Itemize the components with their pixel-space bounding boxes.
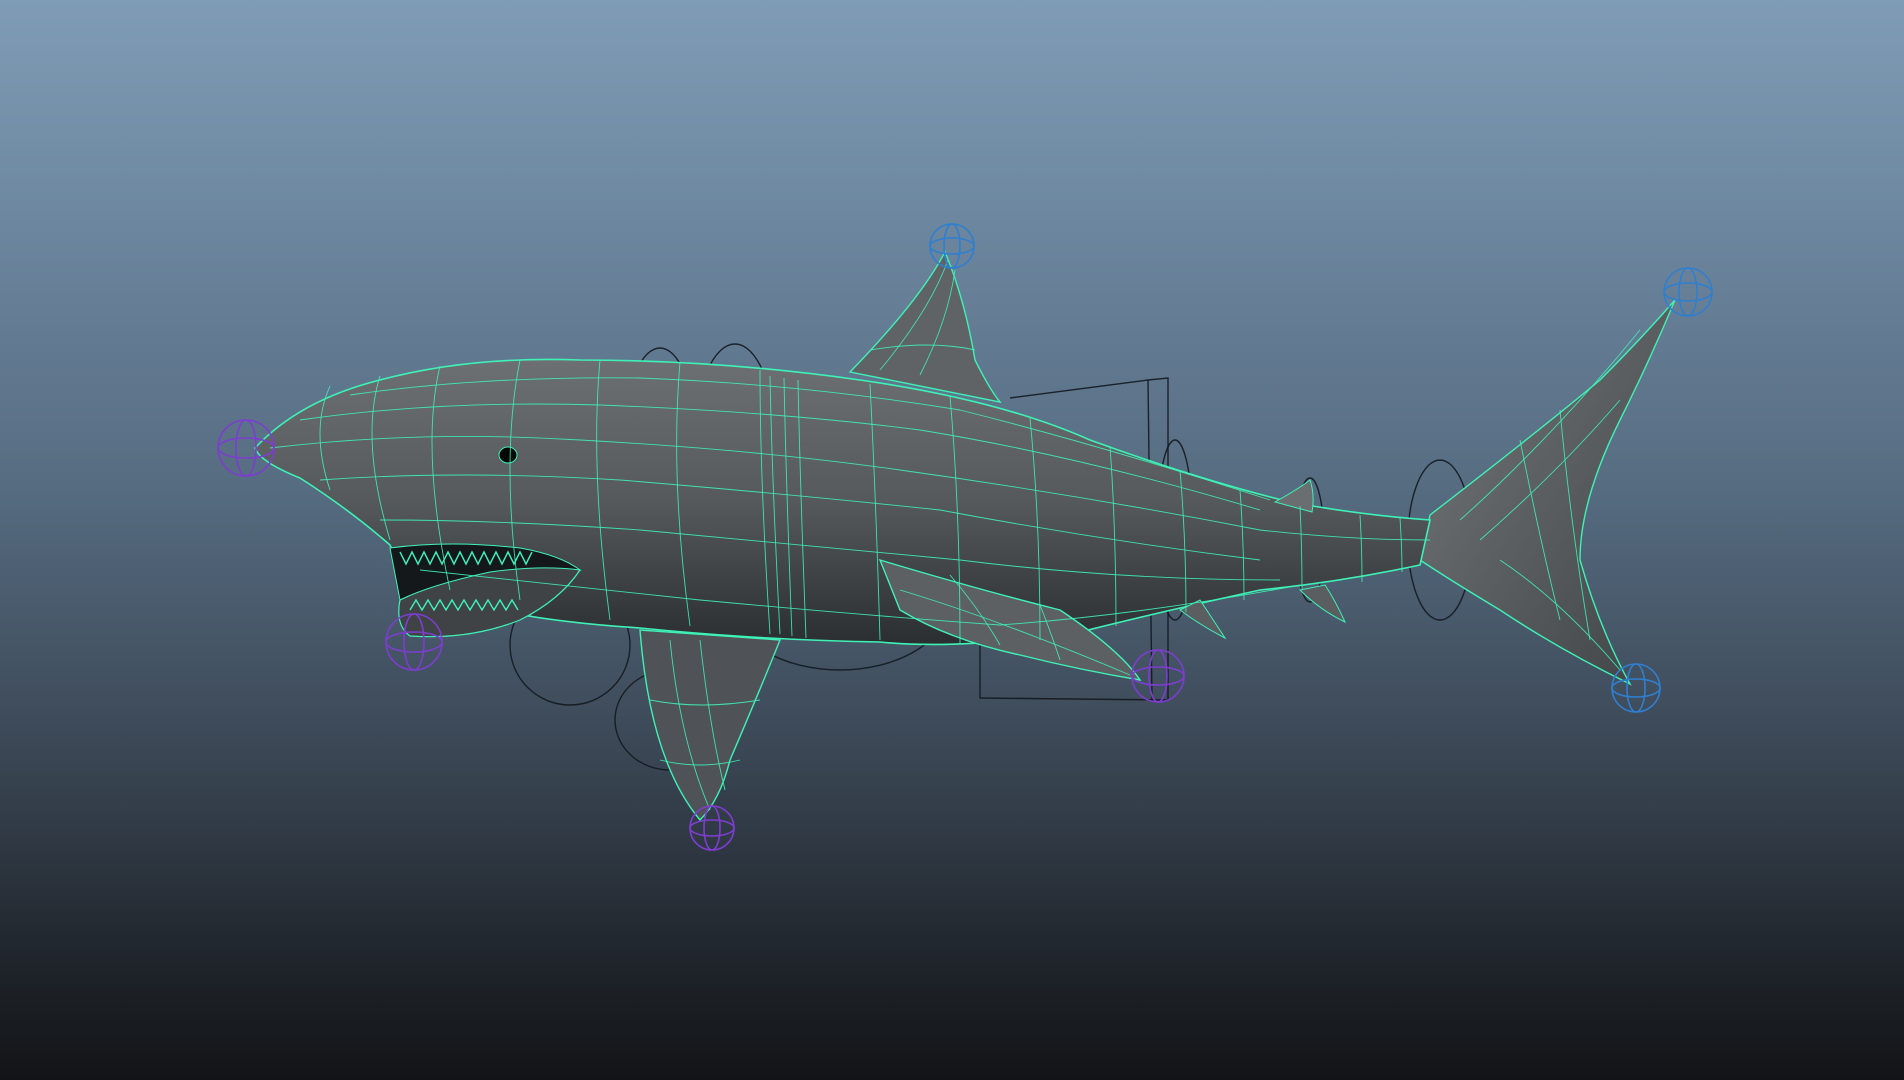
locator-pectoral-fin[interactable] <box>689 805 735 851</box>
shark-mesh[interactable] <box>254 250 1676 822</box>
caudal-keel <box>1298 584 1347 624</box>
dorsal-fin <box>848 250 1002 404</box>
locator-tail-top[interactable] <box>1663 267 1713 317</box>
tail-fin <box>1419 299 1676 686</box>
pectoral-fin-left <box>639 629 782 822</box>
3d-viewport[interactable] <box>0 0 1904 1080</box>
locator-pelvic-fin[interactable] <box>1131 649 1185 703</box>
locator-dorsal-fin[interactable] <box>929 223 975 269</box>
locator-tail-bottom[interactable] <box>1611 663 1661 713</box>
shark-rig-scene[interactable] <box>0 0 1904 1080</box>
eye <box>498 446 518 464</box>
